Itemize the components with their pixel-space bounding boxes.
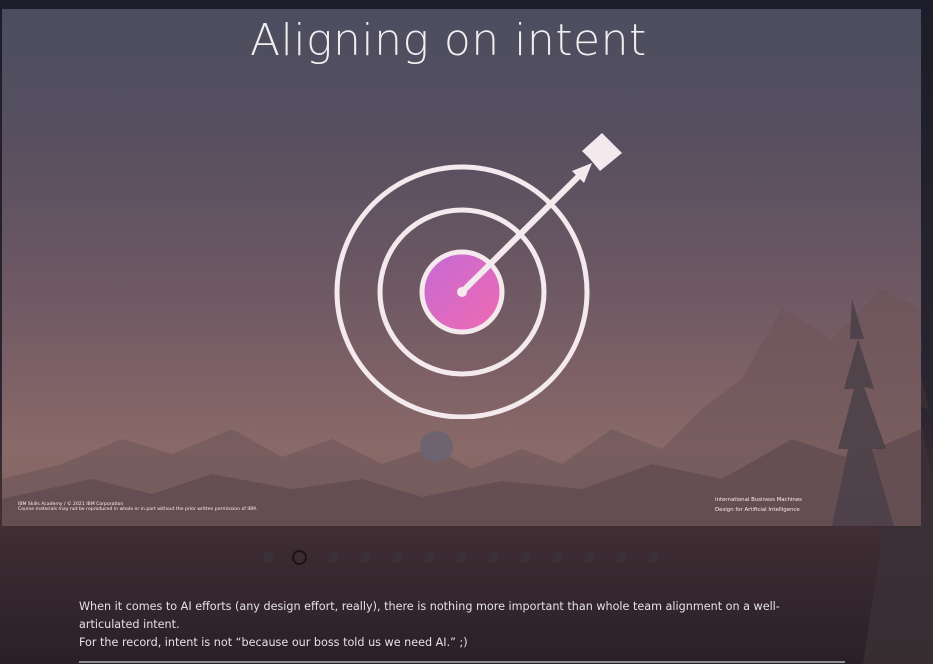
pager-dot-active[interactable] (292, 549, 307, 565)
caption-line-2: For the record, intent is not “because o… (79, 636, 468, 649)
slide-title: Aligning on intent (250, 15, 647, 66)
footer-company: International Business Machines (715, 497, 802, 503)
presentation-slide[interactable]: Aligning on intent IBM Skills Academy / … (2, 9, 921, 526)
pager-dot[interactable] (392, 551, 403, 563)
pager-dot[interactable] (648, 551, 659, 563)
footer-course: Design for Artificial Intelligence (715, 507, 800, 513)
pager-dot[interactable] (584, 551, 595, 563)
pager-dot[interactable] (424, 551, 435, 563)
pager-dot[interactable] (488, 551, 499, 563)
slide-marker (420, 431, 453, 462)
footer-disclaimer: Course materials may not be reproduced i… (18, 507, 258, 513)
caption-line-1: When it comes to AI efforts (any design … (79, 600, 780, 631)
slide-caption: When it comes to AI efforts (any design … (79, 598, 839, 652)
pager-dot[interactable] (456, 551, 467, 563)
pager-dot[interactable] (552, 551, 563, 563)
pager-dot[interactable] (520, 551, 531, 563)
pager-dot[interactable] (263, 551, 274, 563)
slide-footer-left: IBM Skills Academy / © 2021 IBM Corporat… (18, 502, 257, 512)
slide-footer-right: International Business Machines Design f… (715, 495, 802, 515)
target-with-arrow-icon (334, 133, 622, 419)
pager-dot[interactable] (360, 551, 371, 563)
pager-dot[interactable] (616, 551, 627, 563)
divider (79, 661, 845, 663)
carousel-pager (263, 549, 680, 565)
pager-dot[interactable] (328, 551, 339, 563)
